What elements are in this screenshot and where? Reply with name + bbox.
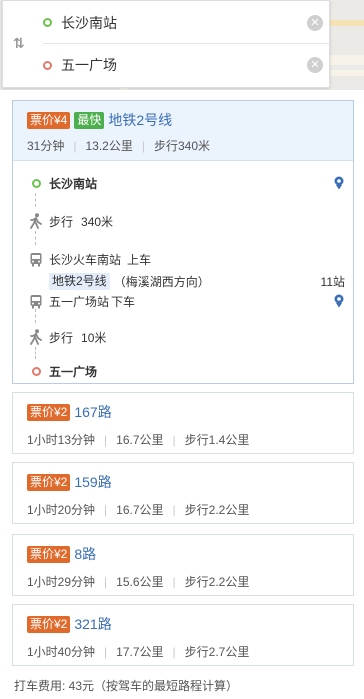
route-walk: 步行2.2公里 [184, 503, 250, 517]
route-search-box: ⇅ 长沙南站 ✕ 五一广场 ✕ [2, 0, 330, 88]
route-title: 票价¥2 167路 [27, 403, 112, 421]
route-walk: 步行2.7公里 [184, 645, 250, 659]
route-card[interactable]: 票价¥2 8路 1小时29分钟 | 15.6公里 | 步行2.2公里 [12, 534, 354, 596]
price-badge: 票价¥2 [27, 615, 71, 633]
transit-results-panel: 票价¥4 最快 地铁2号线 31分钟 | 13.2公里 | 步行340米 长沙南… [0, 90, 364, 699]
line-direction: （梅溪湖西方向） [113, 274, 210, 289]
route-duration: 1小时40分钟 [27, 645, 96, 659]
route-title: 票价¥2 8路 [27, 545, 96, 563]
route-meta: 31分钟 | 13.2公里 | 步行340米 [27, 138, 210, 154]
stop-count: 11站 [320, 274, 345, 289]
route-duration: 1小时13分钟 [27, 433, 96, 447]
bus-icon [30, 252, 42, 266]
destination-dot-icon [31, 366, 41, 376]
price-badge: 票价¥4 [27, 111, 71, 129]
route-distance: 17.7公里 [116, 645, 164, 659]
route-title: 票价¥2 321路 [27, 615, 112, 633]
route-title: 票价¥2 159路 [27, 473, 112, 491]
location-pin-icon[interactable] [333, 294, 345, 308]
route-distance: 16.7公里 [116, 433, 164, 447]
fastest-badge: 最快 [74, 111, 105, 129]
route-distance: 15.6公里 [116, 575, 164, 589]
origin-text[interactable]: 长沙南站 [61, 13, 307, 33]
origin-field[interactable]: 长沙南站 ✕ [43, 2, 329, 44]
price-badge: 票价¥2 [27, 473, 71, 491]
step-end-name: 五一广场 [49, 364, 98, 379]
walk-2-label: 步行 [49, 330, 74, 345]
route-title: 票价¥4 最快 地铁2号线 [27, 111, 172, 129]
step-walk-2: 步行 10米 [23, 327, 345, 347]
route-distance: 13.2公里 [85, 139, 133, 153]
route-walk: 步行2.2公里 [184, 575, 250, 589]
route-name[interactable]: 地铁2号线 [108, 110, 172, 130]
price-badge: 票价¥2 [27, 545, 71, 563]
step-board: 长沙火车南站 上车 [23, 249, 345, 269]
route-name[interactable]: 8路 [74, 544, 96, 564]
route-walk: 步行340米 [153, 139, 210, 153]
line-name[interactable]: 地铁2号线 [49, 272, 110, 290]
route-name[interactable]: 321路 [74, 614, 111, 634]
walk-icon [30, 213, 42, 229]
step-alight: 五一广场站 下车 [23, 291, 345, 311]
origin-dot-icon [43, 18, 52, 27]
route-duration: 31分钟 [27, 139, 65, 153]
board-action: 上车 [127, 252, 152, 267]
origin-dot-icon [31, 178, 41, 188]
clear-icon[interactable]: ✕ [307, 57, 323, 73]
alight-station[interactable]: 五一广场站 [49, 293, 109, 310]
route-meta: 1小时13分钟 | 16.7公里 | 步行1.4公里 [27, 432, 250, 448]
destination-field[interactable]: 五一广场 ✕ [43, 44, 329, 86]
alight-action: 下车 [111, 294, 136, 309]
price-badge: 票价¥2 [27, 403, 71, 421]
route-meta: 1小时40分钟 | 17.7公里 | 步行2.7公里 [27, 644, 250, 660]
route-duration: 1小时20分钟 [27, 503, 96, 517]
bus-icon [30, 294, 42, 308]
walk-2-distance: 10米 [81, 330, 107, 345]
step-end: 五一广场 [23, 361, 345, 381]
destination-dot-icon [43, 60, 52, 70]
clear-icon[interactable]: ✕ [307, 14, 323, 31]
route-card-header[interactable]: 票价¥4 最快 地铁2号线 31分钟 | 13.2公里 | 步行340米 [13, 101, 353, 161]
route-duration: 1小时29分钟 [27, 575, 96, 589]
route-card[interactable]: 票价¥2 159路 1小时20分钟 | 16.7公里 | 步行2.2公里 [12, 462, 354, 524]
walk-icon [30, 329, 42, 345]
location-pin-icon[interactable] [333, 176, 345, 190]
walk-1-distance: 340米 [81, 214, 114, 229]
route-name[interactable]: 159路 [74, 472, 111, 492]
swap-icon[interactable]: ⇅ [13, 35, 31, 55]
route-card-selected[interactable]: 票价¥4 最快 地铁2号线 31分钟 | 13.2公里 | 步行340米 长沙南… [12, 100, 354, 384]
board-station[interactable]: 长沙火车南站 [49, 251, 121, 268]
taxi-fare-note: 打车费用: 43元（按驾车的最短路程计算） [14, 679, 239, 693]
route-name[interactable]: 167路 [74, 402, 111, 422]
route-meta: 1小时20分钟 | 16.7公里 | 步行2.2公里 [27, 502, 250, 518]
destination-text[interactable]: 五一广场 [61, 55, 307, 75]
step-walk-1: 步行 340米 [23, 211, 345, 231]
walk-1-label: 步行 [49, 214, 74, 229]
step-start: 长沙南站 [23, 173, 345, 193]
route-meta: 1小时29分钟 | 15.6公里 | 步行2.2公里 [27, 574, 250, 590]
route-card[interactable]: 票价¥2 321路 1小时40分钟 | 17.7公里 | 步行2.7公里 [12, 604, 354, 666]
route-distance: 16.7公里 [116, 503, 164, 517]
route-card[interactable]: 票价¥2 167路 1小时13分钟 | 16.7公里 | 步行1.4公里 [12, 392, 354, 454]
route-walk: 步行1.4公里 [184, 433, 250, 447]
step-start-name: 长沙南站 [49, 176, 98, 191]
step-line: 地铁2号线 （梅溪湖西方向） 11站 [23, 271, 345, 291]
